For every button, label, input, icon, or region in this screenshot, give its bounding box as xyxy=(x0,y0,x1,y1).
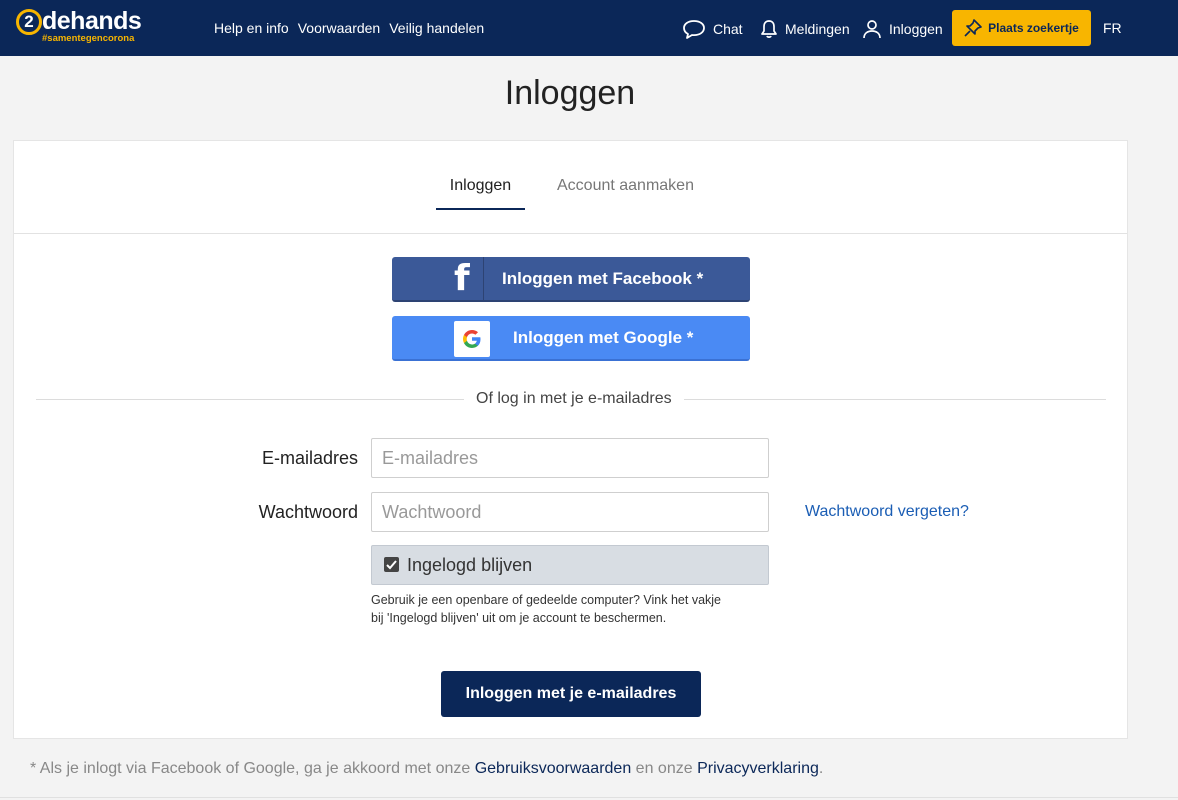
footer-consent-note: * Als je inlogt via Facebook of Google, … xyxy=(30,760,823,778)
tab-create-account[interactable]: Account aanmaken xyxy=(557,177,694,195)
remember-me-label: Ingelogd blijven xyxy=(407,555,533,575)
remember-me-checkbox[interactable] xyxy=(384,557,399,572)
language-switch[interactable]: FR xyxy=(1103,20,1122,36)
facebook-login-label: Inloggen met Facebook * xyxy=(502,269,704,288)
place-ad-button[interactable]: Plaats zoekertje xyxy=(952,10,1091,46)
login-card: Inloggen Account aanmaken f Inloggen met… xyxy=(13,140,1128,739)
chat-icon xyxy=(683,20,705,39)
user-icon xyxy=(863,20,881,39)
nav-terms-link[interactable]: Voorwaarden xyxy=(298,20,381,36)
notifications-label: Meldingen xyxy=(785,21,850,37)
password-label: Wachtwoord xyxy=(258,502,358,522)
logo-digit: 2 xyxy=(16,9,42,35)
footer-suffix: . xyxy=(818,760,824,777)
privacy-link[interactable]: Privacyverklaring xyxy=(697,760,819,777)
tab-login[interactable]: Inloggen xyxy=(436,177,525,210)
logo-tagline: #samentegencorona xyxy=(42,33,135,44)
checkmark-icon xyxy=(386,560,397,570)
chat-link[interactable]: Chat xyxy=(682,19,743,39)
pin-icon xyxy=(964,19,982,37)
password-field[interactable] xyxy=(371,492,769,532)
facebook-icon: f xyxy=(392,257,484,300)
notifications-link[interactable]: Meldingen xyxy=(760,19,850,39)
shared-computer-note: Gebruik je een openbare of gedeelde comp… xyxy=(371,593,722,625)
place-ad-label: Plaats zoekertje xyxy=(988,21,1079,35)
google-login-button[interactable]: Inloggen met Google * xyxy=(392,316,750,361)
footer-middle: en onze xyxy=(631,760,698,777)
email-field[interactable] xyxy=(371,438,769,478)
bell-icon xyxy=(761,20,777,38)
auth-tabs: Inloggen Account aanmaken xyxy=(14,141,1127,234)
google-login-label: Inloggen met Google * xyxy=(513,328,694,347)
footer-prefix: * Als je inlogt via Facebook of Google, … xyxy=(30,760,475,777)
terms-link[interactable]: Gebruiksvoorwaarden xyxy=(475,760,632,777)
nav-help-link[interactable]: Help en info xyxy=(214,20,289,36)
facebook-login-button[interactable]: f Inloggen met Facebook * xyxy=(392,257,750,302)
login-label: Inloggen xyxy=(889,21,943,37)
email-login-button[interactable]: Inloggen met je e-mailadres xyxy=(441,671,701,717)
logo-wordmark: dehands xyxy=(42,7,142,35)
main-nav: Help en info Voorwaarden Veilig handelen xyxy=(214,20,484,36)
top-navigation-bar: 2 dehands #samentegencorona Help en info… xyxy=(0,0,1178,56)
forgot-password-link[interactable]: Wachtwoord vergeten? xyxy=(805,503,969,521)
nav-safe-trading-link[interactable]: Veilig handelen xyxy=(389,20,484,36)
site-logo[interactable]: 2 dehands #samentegencorona xyxy=(16,7,142,48)
login-link[interactable]: Inloggen xyxy=(862,19,943,39)
email-label: E-mailadres xyxy=(261,448,358,468)
divider-text: Of log in met je e-mailadres xyxy=(464,390,684,408)
bottom-divider xyxy=(0,797,1178,798)
remember-me-row[interactable]: Ingelogd blijven xyxy=(371,545,769,585)
google-icon xyxy=(454,321,490,357)
page-title: Inloggen xyxy=(504,74,636,112)
chat-label: Chat xyxy=(713,21,743,37)
